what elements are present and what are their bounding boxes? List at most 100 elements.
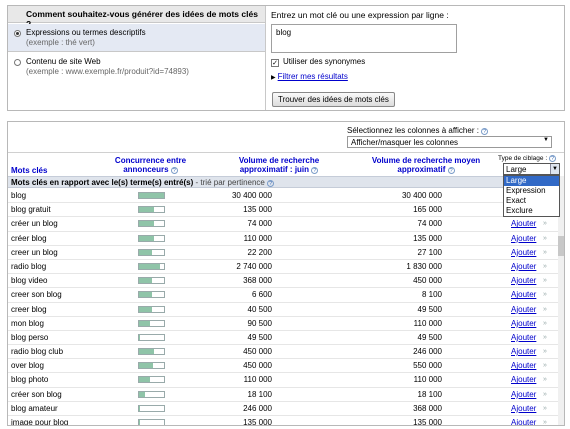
keyword-cell: mon blog	[11, 318, 44, 328]
double-chevron-icon[interactable]: »	[543, 373, 547, 386]
volume-average-cell: 49 500	[417, 304, 442, 314]
volume-june-cell: 110 000	[243, 375, 272, 385]
volume-average-cell: 49 500	[417, 332, 442, 342]
help-icon[interactable]: ?	[447, 167, 455, 174]
table-row: blog gratuit135 000165 000Ajouter»	[8, 203, 564, 218]
add-keyword-link[interactable]: Ajouter	[511, 416, 536, 425]
chevron-down-icon: ▼	[550, 164, 559, 174]
competition-bar	[138, 277, 165, 285]
add-keyword-link[interactable]: Ajouter	[511, 359, 536, 372]
keyword-cell: radio blog	[11, 261, 47, 271]
header-volume-june[interactable]: Volume de recherche approximatif : juin …	[220, 156, 338, 174]
add-keyword-link[interactable]: Ajouter	[511, 303, 536, 316]
table-row: mon blog 90 500 110 000 Ajouter »	[8, 317, 564, 331]
header-volume-average[interactable]: Volume de recherche moyen approximatif ?	[360, 156, 492, 174]
filter-results[interactable]: ▶ Filtrer mes résultats	[271, 72, 348, 81]
double-chevron-icon[interactable]: »	[543, 260, 547, 273]
competition-bar	[138, 419, 165, 425]
double-chevron-icon[interactable]: »	[543, 246, 547, 259]
keyword-prompt: Entrez un mot clé ou une expression par …	[271, 10, 449, 20]
radio-descriptive-terms[interactable]	[14, 30, 21, 37]
column-select[interactable]: Afficher/masquer les colonnes ▼	[347, 136, 552, 148]
help-icon[interactable]: ?	[481, 128, 489, 135]
double-chevron-icon[interactable]: »	[543, 388, 547, 401]
keyword-cell: blog video	[11, 276, 48, 286]
find-keyword-ideas-button[interactable]: Trouver des idées de mots clés	[272, 92, 395, 107]
table-row: blog photo 110 000 110 000 Ajouter »	[8, 373, 564, 388]
volume-average-cell: 246 000	[413, 347, 442, 357]
add-keyword-link[interactable]: Ajouter	[511, 288, 536, 301]
filter-results-link[interactable]: Filtrer mes résultats	[278, 72, 348, 81]
double-chevron-icon[interactable]: »	[543, 303, 547, 316]
help-icon[interactable]: ?	[311, 167, 319, 174]
scrollbar-thumb[interactable]	[558, 236, 564, 256]
add-keyword-link[interactable]: Ajouter	[511, 402, 536, 415]
volume-june-cell: 368 000	[243, 276, 272, 286]
volume-june-cell: 135 000	[243, 205, 272, 215]
volume-average-cell: 135 000	[413, 233, 442, 243]
add-keyword-link[interactable]: Ajouter	[511, 246, 536, 259]
help-icon[interactable]: ?	[170, 167, 178, 174]
volume-average-cell: 8 100	[421, 290, 442, 300]
group-header: Mots clés en rapport avec le(s) terme(s)…	[8, 176, 564, 188]
match-type-select[interactable]: Large ▼	[503, 163, 560, 175]
table-row: over blog 450 000 550 000 Ajouter »	[8, 359, 564, 374]
competition-bar-fill	[139, 306, 152, 312]
use-synonyms-checkbox[interactable]: ✓	[271, 59, 279, 67]
double-chevron-icon[interactable]: »	[543, 402, 547, 415]
match-type-option[interactable]: Exact	[504, 196, 559, 206]
double-chevron-icon[interactable]: »	[543, 217, 547, 230]
option-descriptive-terms-label: Expressions ou termes descriptifs	[26, 28, 146, 37]
table-row: image pour blog 135 000 135 000 Ajouter »	[8, 416, 564, 426]
add-keyword-link[interactable]: Ajouter	[511, 274, 536, 287]
competition-bar	[138, 348, 165, 356]
keyword-cell: blog	[11, 191, 27, 200]
volume-june-cell: 110 000	[243, 233, 272, 243]
volume-june-cell: 49 500	[247, 332, 272, 342]
double-chevron-icon[interactable]: »	[543, 288, 547, 301]
match-type-option[interactable]: Expression	[504, 186, 559, 196]
volume-june-cell: 246 000	[243, 403, 272, 413]
match-type-value: Large	[506, 165, 527, 174]
match-type-dropdown-list[interactable]: Large Expression Exact Exclure	[503, 175, 560, 217]
keyword-textarea[interactable]: blog	[271, 24, 457, 53]
match-type-option[interactable]: Exclure	[504, 206, 559, 216]
option-website-content-example: (exemple : www.exemple.fr/produit?id=748…	[26, 67, 189, 76]
competition-bar	[138, 206, 165, 214]
keyword-cell: blog perso	[11, 332, 49, 342]
group-sort: - trié par pertinence	[195, 178, 265, 187]
double-chevron-icon[interactable]: »	[543, 416, 547, 425]
help-icon[interactable]: ?	[548, 155, 556, 162]
keyword-cell: image pour blog	[11, 418, 69, 426]
double-chevron-icon[interactable]: »	[543, 274, 547, 287]
double-chevron-icon[interactable]: »	[543, 359, 547, 372]
option-descriptive-terms[interactable]: Expressions ou termes descriptifs (exemp…	[8, 24, 265, 52]
volume-average-cell: 1 830 000	[406, 261, 442, 271]
double-chevron-icon[interactable]: »	[543, 345, 547, 358]
volume-june-cell: 2 740 000	[236, 261, 272, 271]
volume-average-cell: 368 000	[413, 403, 442, 413]
keyword-cell: créer blog	[11, 233, 47, 243]
competition-bar	[138, 376, 165, 384]
add-keyword-link[interactable]: Ajouter	[511, 388, 536, 401]
header-competition[interactable]: Concurrence entre annonceurs ?	[108, 156, 193, 174]
keyword-cell: blog amateur	[11, 403, 58, 413]
add-keyword-link[interactable]: Ajouter	[511, 331, 536, 344]
option-website-content-label: Contenu de site Web	[26, 57, 101, 66]
double-chevron-icon[interactable]: »	[543, 317, 547, 330]
double-chevron-icon[interactable]: »	[543, 331, 547, 344]
double-chevron-icon[interactable]: »	[543, 232, 547, 245]
competition-bar-fill	[139, 391, 146, 397]
add-keyword-link[interactable]: Ajouter	[511, 232, 536, 245]
add-keyword-link[interactable]: Ajouter	[511, 260, 536, 273]
header-keywords[interactable]: Mots clés	[11, 166, 47, 175]
add-keyword-link[interactable]: Ajouter	[511, 317, 536, 330]
help-icon[interactable]: ?	[267, 180, 275, 187]
add-keyword-link[interactable]: Ajouter	[511, 345, 536, 358]
option-website-content[interactable]: Contenu de site Web (exemple : www.exemp…	[8, 53, 265, 83]
radio-website-content[interactable]	[14, 59, 21, 66]
add-keyword-link[interactable]: Ajouter	[511, 373, 536, 386]
add-keyword-link[interactable]: Ajouter	[511, 217, 536, 230]
match-type-option[interactable]: Large	[504, 176, 559, 186]
use-synonyms[interactable]: ✓ Utiliser des synonymes	[271, 57, 365, 67]
